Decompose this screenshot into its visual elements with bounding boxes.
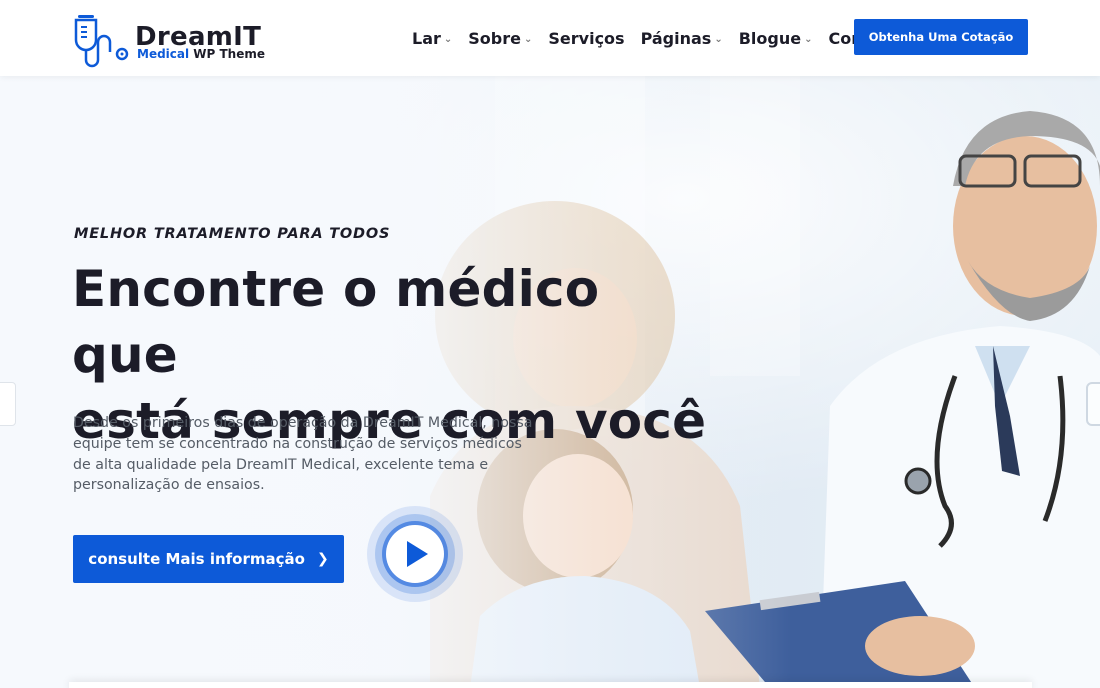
- chevron-down-icon: ⌄: [443, 34, 453, 45]
- main-nav: Lar⌄ Sobre⌄ Serviços Páginas⌄ Blogue⌄ Co…: [412, 0, 916, 76]
- slider-next-arrow[interactable]: [1086, 382, 1100, 426]
- side-toggle-tab[interactable]: [0, 382, 16, 426]
- logo[interactable]: DreamIT Medical WP Theme: [72, 12, 272, 70]
- chevron-down-icon: ⌄: [804, 34, 813, 45]
- brand-subtitle: Medical WP Theme: [137, 46, 265, 62]
- hero-headline-line-1: Encontre o médico que: [72, 260, 600, 384]
- nav-item-paginas[interactable]: Páginas ⌄: [641, 29, 723, 48]
- chevron-down-icon: ⌄: [524, 34, 533, 45]
- hero-section: MELHOR TRATAMENTO PARA TODOS Encontre o …: [0, 76, 1100, 688]
- features-card-top: [69, 682, 1032, 688]
- chevron-down-icon: ⌄: [714, 34, 723, 45]
- get-quote-button[interactable]: Obtenha Uma Cotação: [854, 19, 1028, 55]
- nav-item-label: Lar: [412, 28, 441, 48]
- nav-item-blogue[interactable]: Blogue ⌄: [739, 29, 813, 48]
- nav-item-label: Sobre: [468, 28, 521, 48]
- nav-item-label: Blogue: [738, 28, 802, 48]
- nav-item-servicos[interactable]: Serviços: [548, 29, 624, 48]
- nav-item-sobre[interactable]: Sobre ⌄: [468, 29, 532, 48]
- nav-item-lar[interactable]: Lar ⌄: [412, 29, 452, 48]
- site-header: DreamIT Medical WP Theme Lar ⌄ Sobre ⌄ Ser…: [0, 0, 1100, 76]
- hero-description: Desde os primeiros dias de operação da D…: [73, 415, 533, 494]
- chevron-right-icon: ❯: [316, 551, 329, 567]
- read-more-label: consulte Mais informação: [88, 550, 305, 568]
- play-icon: [367, 506, 463, 602]
- nav-item-label: Serviços: [548, 28, 625, 48]
- play-video-button[interactable]: [366, 505, 464, 603]
- hero-eyebrow: MELHOR TRATAMENTO PARA TODOS: [74, 226, 391, 242]
- nav-item-label: Páginas: [640, 28, 712, 48]
- brand-subtitle-rest: WP Theme: [189, 47, 266, 61]
- brand-subtitle-accent: Medical: [137, 47, 190, 61]
- iv-drip-logo-icon: [74, 15, 129, 68]
- read-more-button[interactable]: consulte Mais informação ❯: [73, 535, 344, 583]
